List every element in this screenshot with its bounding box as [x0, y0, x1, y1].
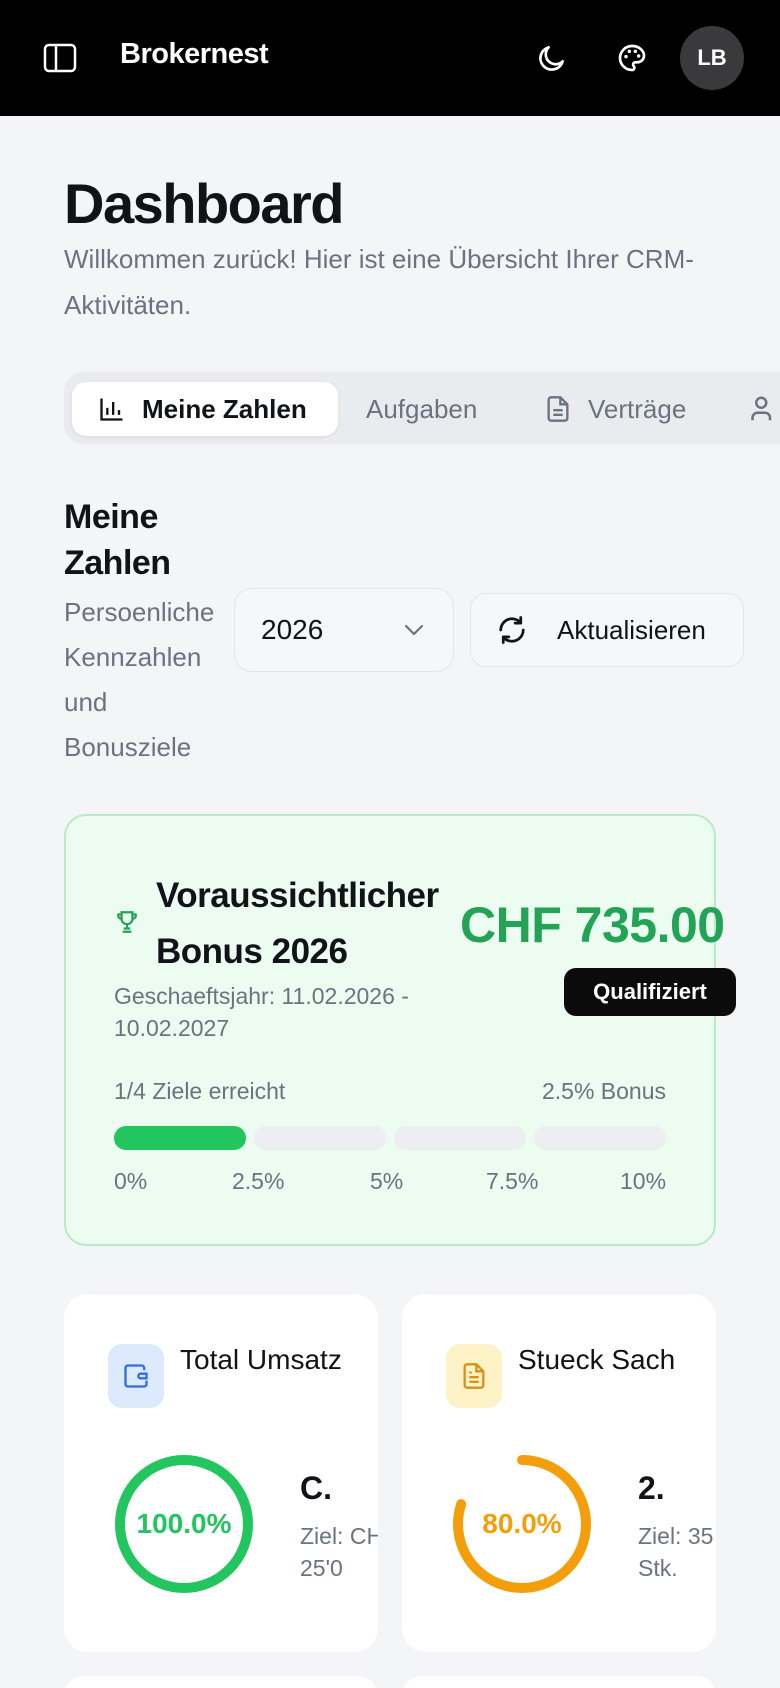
- bonus-card: Voraussichtlicher Bonus 2026 CHF 735.00 …: [64, 814, 736, 1246]
- page-title: Dashboard: [64, 172, 345, 235]
- kpi-card-total-umsatz[interactable]: Total Umsatz 100.0% C. Ziel: CHF 25'0: [64, 1294, 378, 1652]
- tab-label: Meine Zahlen: [142, 393, 307, 424]
- bonus-title: Voraussichtlicher Bonus 2026: [156, 876, 439, 971]
- tab-kontakte[interactable]: [750, 382, 780, 436]
- tick-label: 7.5%: [486, 1168, 539, 1194]
- progress-segment: [534, 1126, 666, 1150]
- tick-label: 2.5%: [232, 1168, 285, 1194]
- document-icon: [547, 396, 569, 422]
- bonus-percent: 2.5% Bonus: [541, 1078, 666, 1104]
- kpi-value: 2.: [638, 1470, 665, 1506]
- year-select-value: 2026: [261, 614, 324, 645]
- section-title: Meine Zahlen: [64, 498, 171, 582]
- kpi-card-partial[interactable]: [64, 1676, 378, 1688]
- tick-label: 10%: [620, 1168, 667, 1194]
- bonus-period: Geschaeftsjahr: 11.02.2026 - 10.02.2027: [114, 983, 409, 1041]
- top-bar: Brokernest LB: [0, 0, 780, 116]
- goals-reached: 1/4 Ziele erreicht: [114, 1078, 286, 1104]
- tab-aufgaben[interactable]: Aufgaben: [366, 382, 477, 436]
- year-select[interactable]: 2026: [234, 588, 454, 672]
- tab-meine-zahlen[interactable]: Meine Zahlen: [72, 382, 338, 436]
- kpi-target: Ziel: CHF 25'0: [300, 1523, 378, 1581]
- progress-segment: [114, 1126, 246, 1150]
- tab-vertraege[interactable]: Verträge: [544, 382, 686, 436]
- progress-percent: 100.0%: [136, 1508, 232, 1539]
- app-brand[interactable]: Brokernest: [120, 38, 269, 71]
- moon-icon[interactable]: [532, 38, 572, 78]
- section-subtitle: Persoenliche Kennzahlen und Bonusziele: [64, 597, 215, 762]
- file-text-icon: [446, 1344, 502, 1408]
- kpi-title: Stueck Sach: [518, 1344, 676, 1375]
- bar-chart-icon: [100, 398, 123, 421]
- kpi-value: C.: [300, 1470, 332, 1506]
- kpi-card-stueck-sach[interactable]: Stueck Sach 80.0% 2. Ziel: 35 Stk.: [402, 1294, 716, 1652]
- avatar[interactable]: LB: [680, 26, 744, 90]
- progress-percent: 80.0%: [482, 1508, 562, 1539]
- wallet-icon: [108, 1344, 164, 1408]
- sidebar-toggle-icon[interactable]: [40, 40, 80, 76]
- users-icon: [751, 396, 772, 421]
- palette-icon[interactable]: [612, 38, 652, 78]
- trophy-icon: [117, 911, 137, 933]
- chevron-down-icon: [404, 624, 424, 636]
- kpi-card-partial[interactable]: [402, 1676, 716, 1688]
- bonus-amount: CHF 735.00: [460, 897, 725, 953]
- tab-label: Verträge: [588, 393, 687, 424]
- tab-label: Aufgaben: [366, 393, 478, 424]
- kpi-target: Ziel: 35 Stk.: [638, 1523, 714, 1581]
- tick-label: 5%: [370, 1168, 404, 1194]
- tick-label: 0%: [114, 1168, 148, 1194]
- refresh-icon: [499, 616, 525, 644]
- progress-segment: [254, 1126, 386, 1150]
- refresh-button-label: Aktualisieren: [557, 614, 706, 645]
- page-subtitle: Willkommen zurück! Hier ist eine Übersic…: [64, 244, 694, 320]
- status-badge: Qualifiziert: [564, 968, 736, 1016]
- tab-bar: Meine Zahlen Aufgaben Verträge: [64, 372, 780, 444]
- progress-segment: [394, 1126, 526, 1150]
- kpi-title: Total Umsatz: [180, 1344, 342, 1375]
- refresh-button[interactable]: Aktualisieren: [470, 593, 744, 667]
